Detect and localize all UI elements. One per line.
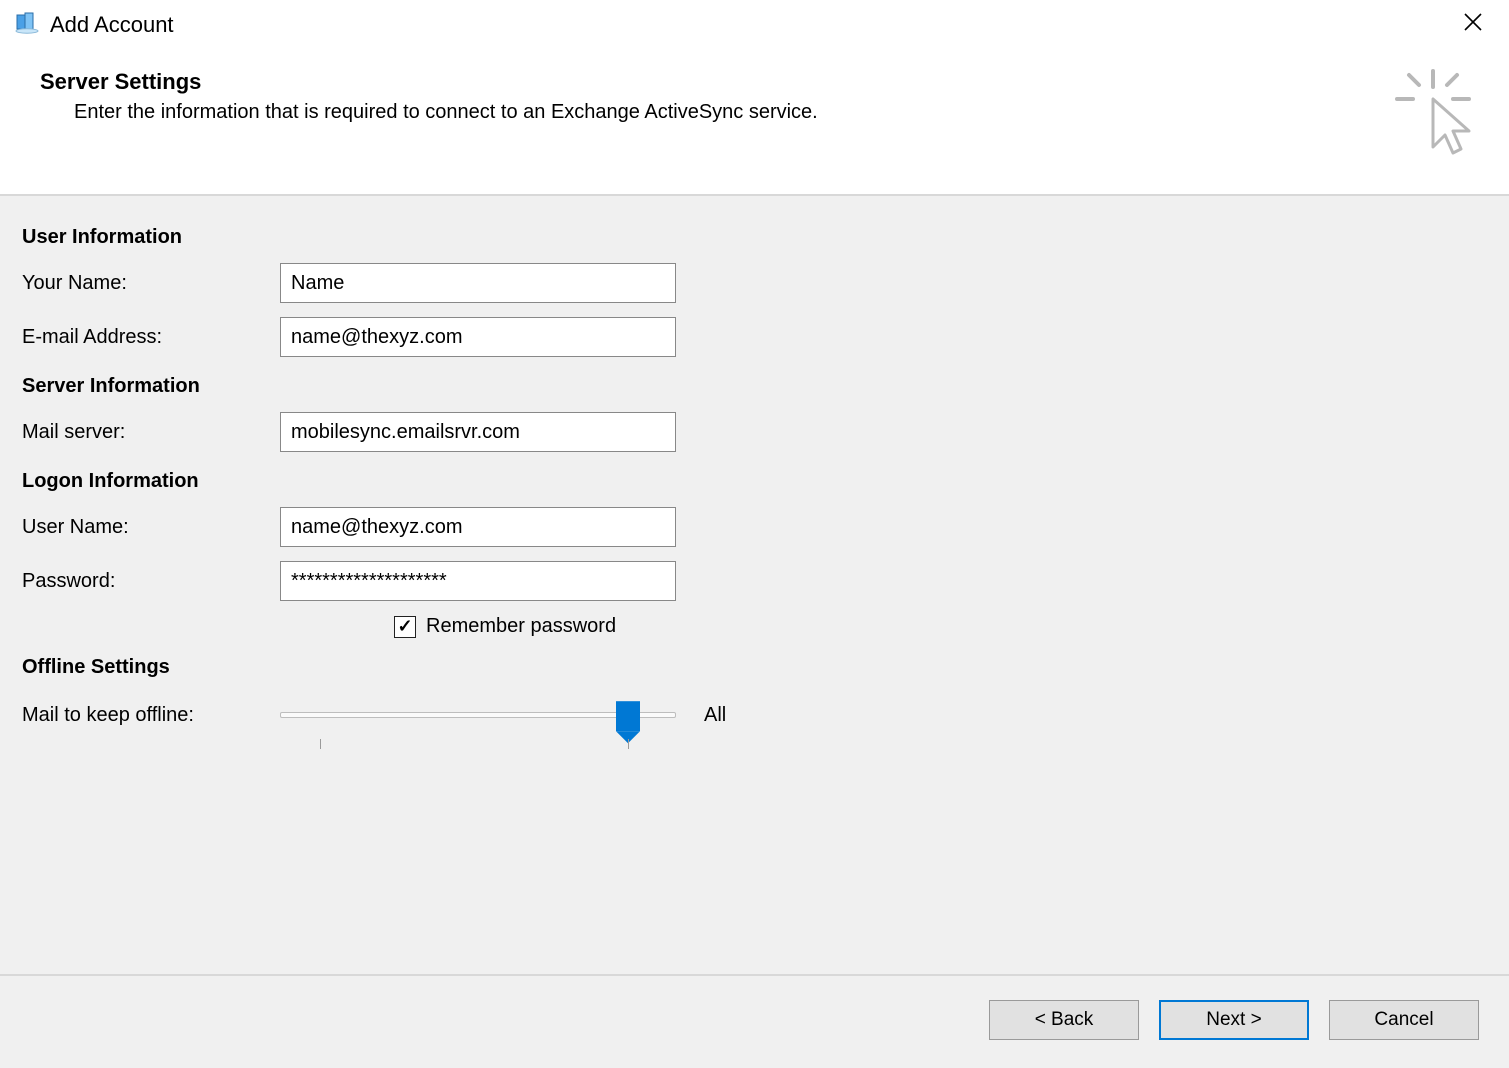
- checkbox-remember-password[interactable]: [394, 616, 416, 638]
- label-username: User Name:: [22, 516, 280, 539]
- add-account-dialog: Add Account Server Settings Enter the in…: [0, 0, 1509, 1068]
- window-title: Add Account: [50, 12, 174, 38]
- row-mail-offline: Mail to keep offline: All: [22, 693, 1489, 737]
- slider-thumb[interactable]: [616, 701, 640, 731]
- wizard-cursor-icon: [1393, 69, 1479, 170]
- label-remember-password: Remember password: [426, 615, 616, 638]
- next-button[interactable]: Next >: [1159, 1000, 1309, 1040]
- input-password[interactable]: [280, 561, 676, 601]
- input-username[interactable]: [280, 507, 676, 547]
- titlebar-left: Add Account: [14, 9, 174, 40]
- input-mail-server[interactable]: [280, 412, 676, 452]
- row-mail-server: Mail server:: [22, 412, 1489, 452]
- titlebar: Add Account: [0, 0, 1509, 49]
- row-remember-password: Remember password: [394, 615, 1489, 638]
- dialog-footer: < Back Next > Cancel: [0, 976, 1509, 1068]
- wizard-header: Server Settings Enter the information th…: [0, 49, 1509, 194]
- section-logon-information: Logon Information: [22, 470, 1489, 493]
- slider-mail-offline[interactable]: [280, 693, 676, 737]
- page-subtitle: Enter the information that is required t…: [40, 101, 818, 124]
- section-offline-settings: Offline Settings: [22, 656, 1489, 679]
- section-user-information: User Information: [22, 226, 1489, 249]
- label-mail-server: Mail server:: [22, 421, 280, 444]
- row-password: Password:: [22, 561, 1489, 601]
- input-email[interactable]: [280, 317, 676, 357]
- label-mail-offline: Mail to keep offline:: [22, 704, 280, 727]
- app-icon: [14, 9, 40, 40]
- row-email: E-mail Address:: [22, 317, 1489, 357]
- back-button[interactable]: < Back: [989, 1000, 1139, 1040]
- slider-value-label: All: [704, 704, 726, 727]
- row-username: User Name:: [22, 507, 1489, 547]
- row-your-name: Your Name:: [22, 263, 1489, 303]
- form-body: User Information Your Name: E-mail Addre…: [0, 194, 1509, 976]
- label-email: E-mail Address:: [22, 326, 280, 349]
- input-your-name[interactable]: [280, 263, 676, 303]
- header-text: Server Settings Enter the information th…: [40, 69, 818, 124]
- cancel-button[interactable]: Cancel: [1329, 1000, 1479, 1040]
- page-title: Server Settings: [40, 69, 818, 95]
- label-password: Password:: [22, 570, 280, 593]
- section-server-information: Server Information: [22, 375, 1489, 398]
- label-your-name: Your Name:: [22, 272, 280, 295]
- slider-ticks: [280, 737, 676, 751]
- close-icon[interactable]: [1455, 8, 1491, 41]
